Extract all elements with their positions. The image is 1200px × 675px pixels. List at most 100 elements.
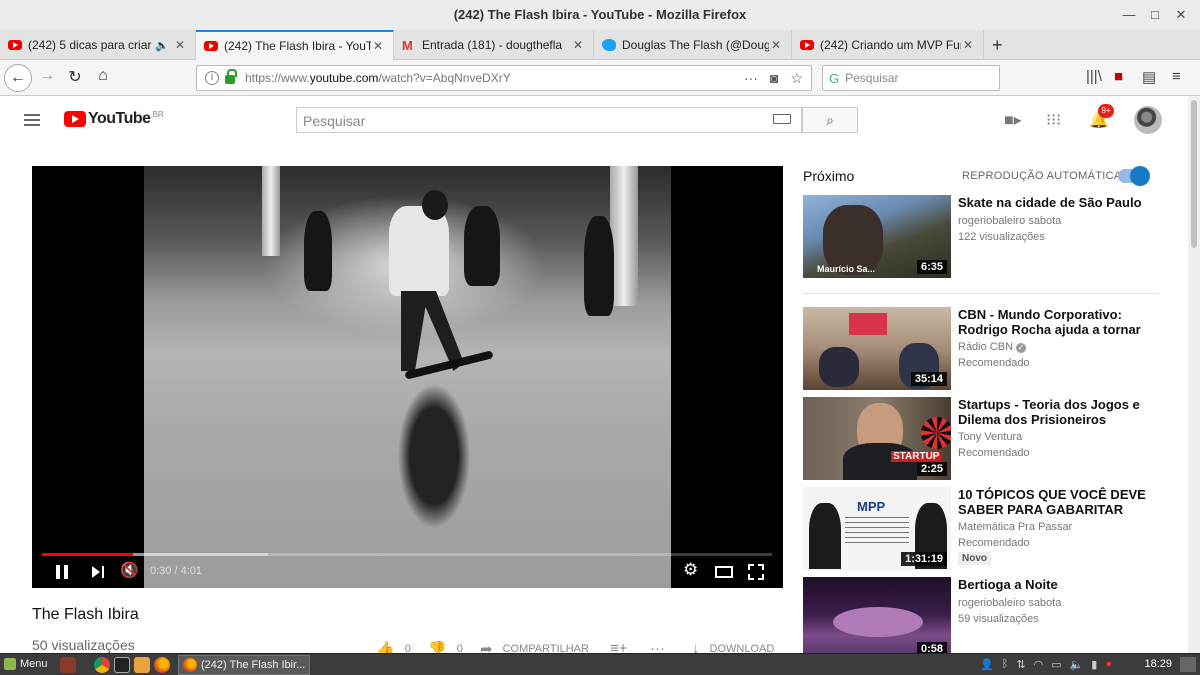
home-icon[interactable]: ⌂ bbox=[92, 67, 114, 85]
user-icon[interactable]: 👤 bbox=[980, 658, 994, 671]
forward-icon[interactable]: → bbox=[36, 67, 58, 85]
video-thumbnail[interactable]: 35:14 bbox=[803, 307, 951, 390]
speaker-icon[interactable]: 🔈 bbox=[155, 39, 169, 52]
mute-icon[interactable]: 🔇 bbox=[120, 561, 139, 579]
update-alert-icon[interactable]: ● bbox=[1105, 658, 1112, 671]
video-title: Bertioga a Noite bbox=[958, 577, 1058, 592]
tab-close-icon[interactable]: ✕ bbox=[961, 38, 975, 52]
video-title: Skate na cidade de São Paulo bbox=[958, 195, 1142, 210]
library-icon[interactable]: |||\ bbox=[1086, 68, 1102, 85]
tab-5-dicas[interactable]: (242) 5 dicas para criar 🔈 ✕ bbox=[0, 30, 196, 60]
bluetooth-icon[interactable]: ᛒ bbox=[1002, 658, 1009, 671]
progress-bar[interactable] bbox=[42, 553, 772, 556]
video-title: CBN - Mundo Corporativo: Rodrigo Rocha a… bbox=[958, 307, 1141, 337]
pocket-icon[interactable]: ◙ bbox=[770, 70, 778, 87]
recommended-video[interactable]: MPP 1:31:19 10 TÓPICOS QUE VOCÊ DEVE SAB… bbox=[803, 487, 1163, 571]
channel-name-text: Rádio CBN bbox=[958, 341, 1014, 353]
taskbar-window-button[interactable]: (242) The Flash Ibir... bbox=[178, 655, 310, 675]
terminal-icon[interactable] bbox=[114, 657, 130, 673]
tab-the-flash-ibira[interactable]: (242) The Flash Ibira - YouTub ✕ bbox=[196, 30, 394, 60]
maximize-icon[interactable]: □ bbox=[1148, 8, 1162, 22]
youtube-search-input[interactable]: Pesquisar bbox=[296, 107, 802, 133]
video-thumbnail[interactable]: 0:58 bbox=[803, 577, 951, 660]
minimize-icon[interactable]: — bbox=[1122, 8, 1136, 22]
firefox-launcher-icon[interactable] bbox=[154, 657, 170, 673]
window-title: (242) The Flash Ibira - YouTube - Mozill… bbox=[453, 7, 747, 22]
toggle-knob bbox=[1130, 166, 1150, 186]
avatar[interactable] bbox=[1134, 106, 1162, 134]
video-player[interactable]: 🔇 0:30 / 4:01 ⚙ bbox=[32, 166, 783, 588]
battery-icon[interactable]: ▮ bbox=[1091, 658, 1097, 671]
person-shape bbox=[819, 347, 859, 387]
recommended-video[interactable]: Maurício Sa... 6:35 Skate na cidade de S… bbox=[803, 195, 1163, 279]
notification-badge: 9+ bbox=[1098, 104, 1114, 118]
autoplay-toggle[interactable] bbox=[1118, 166, 1150, 186]
video-duration: 1:31:19 bbox=[901, 552, 947, 566]
page-scrollbar[interactable] bbox=[1188, 96, 1200, 653]
google-search-icon: G bbox=[829, 70, 840, 86]
new-tab-icon[interactable]: + bbox=[992, 35, 1003, 56]
download-extension-icon[interactable]: ■ bbox=[1114, 68, 1123, 85]
tab-close-icon[interactable]: ✕ bbox=[769, 38, 783, 52]
clock: 18:29 bbox=[1144, 658, 1172, 670]
recommended-video[interactable]: 35:14 CBN - Mundo Corporativo: Rodrigo R… bbox=[803, 307, 1163, 391]
video-thumbnail[interactable]: MPP 1:31:19 bbox=[803, 487, 951, 570]
folder-icon[interactable] bbox=[134, 657, 150, 673]
youtube-logo[interactable]: YouTube BR bbox=[64, 110, 164, 128]
wifi-icon[interactable]: ◠ bbox=[1034, 658, 1044, 671]
view-count: 50 visualizações bbox=[32, 637, 135, 653]
tab-strip: (242) 5 dicas para criar 🔈 ✕ (242) The F… bbox=[0, 30, 1200, 60]
recommended-video[interactable]: 0:58 Bertioga a Noite rogeriobaleiro sab… bbox=[803, 577, 1163, 661]
back-icon[interactable]: ← bbox=[4, 64, 32, 92]
keyboard-icon[interactable] bbox=[773, 114, 791, 124]
bowl-shape bbox=[833, 607, 923, 637]
tab-close-icon[interactable]: ✕ bbox=[571, 38, 585, 52]
tab-label: (242) 5 dicas para criar bbox=[28, 38, 152, 52]
tab-label: Douglas The Flash (@Doug bbox=[622, 38, 769, 52]
youtube-header: YouTube BR Pesquisar ⌕ ■▸ ⁝⁝⁝ 🔔 9+ bbox=[0, 96, 1188, 146]
network-icon[interactable]: ⇅ bbox=[1016, 658, 1025, 671]
upload-video-icon[interactable]: ■▸ bbox=[1004, 110, 1022, 130]
start-menu-button[interactable]: Menu bbox=[4, 658, 48, 670]
hamburger-menu-icon[interactable]: ≡ bbox=[1172, 68, 1181, 85]
info-icon[interactable]: i bbox=[205, 71, 219, 85]
page-actions-icon[interactable]: ··· bbox=[744, 70, 758, 87]
taskbar-window-label: (242) The Flash Ibir... bbox=[201, 659, 306, 671]
video-meta: 122 visualizações bbox=[958, 231, 1045, 243]
search-input[interactable]: G Pesquisar bbox=[822, 65, 1000, 91]
pillar-shape bbox=[262, 166, 280, 256]
verified-icon: ✓ bbox=[1016, 343, 1027, 353]
tab-criando-mvp[interactable]: (242) Criando um MVP Fun ✕ bbox=[792, 30, 984, 60]
thumbnail-caption: MPP bbox=[857, 499, 886, 514]
recommended-video[interactable]: STARTUP 2:25 Startups - Teoria dos Jogos… bbox=[803, 397, 1163, 481]
apps-grid-icon[interactable]: ⁝⁝⁝ bbox=[1046, 110, 1061, 130]
volume-icon[interactable]: 🔈 bbox=[1070, 658, 1084, 671]
scrollbar-thumb[interactable] bbox=[1191, 100, 1197, 248]
fullscreen-icon[interactable] bbox=[748, 564, 764, 580]
theater-mode-icon[interactable] bbox=[715, 566, 733, 578]
files-icon[interactable] bbox=[60, 657, 76, 673]
pause-icon[interactable] bbox=[56, 565, 68, 579]
address-bar[interactable]: i https://www. youtube.com/watch?v=AbqNnv… bbox=[196, 65, 812, 91]
url-path: /watch?v=AbqNnveDXrY bbox=[378, 71, 511, 85]
settings-gear-icon[interactable]: ⚙ bbox=[683, 560, 698, 580]
chrome-icon[interactable] bbox=[94, 657, 110, 673]
sidebar-icon[interactable]: ▤ bbox=[1142, 68, 1156, 86]
tab-close-icon[interactable]: ✕ bbox=[173, 38, 187, 52]
close-window-icon[interactable]: ✕ bbox=[1174, 8, 1188, 22]
guide-menu-icon[interactable] bbox=[24, 114, 40, 126]
search-placeholder: Pesquisar bbox=[845, 71, 899, 85]
youtube-search-button[interactable]: ⌕ bbox=[802, 107, 858, 133]
tab-gmail[interactable]: M Entrada (181) - dougthefla ✕ bbox=[394, 30, 594, 60]
bookmark-star-icon[interactable]: ☆ bbox=[790, 70, 803, 87]
tab-close-icon[interactable]: ✕ bbox=[371, 39, 385, 53]
lock-icon[interactable] bbox=[225, 69, 237, 84]
keyboard-layout-icon[interactable]: ▭ bbox=[1051, 658, 1061, 671]
video-thumbnail[interactable]: Maurício Sa... 6:35 bbox=[803, 195, 951, 278]
tab-twitter[interactable]: Douglas The Flash (@Doug ✕ bbox=[594, 30, 792, 60]
video-thumbnail[interactable]: STARTUP 2:25 bbox=[803, 397, 951, 480]
show-desktop-button[interactable] bbox=[1180, 657, 1196, 672]
reload-icon[interactable]: ↻ bbox=[64, 67, 86, 87]
bystander-shape bbox=[584, 216, 614, 316]
next-video-icon[interactable] bbox=[92, 566, 104, 578]
